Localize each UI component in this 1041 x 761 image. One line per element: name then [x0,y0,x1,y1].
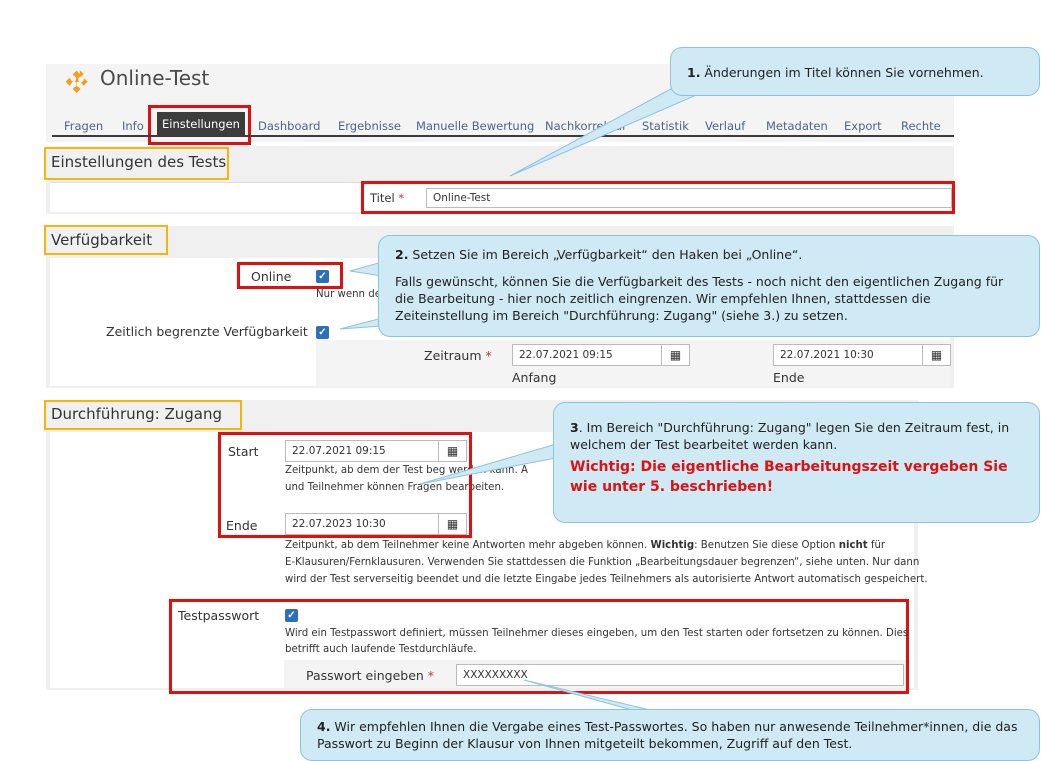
tab-highlight [148,105,251,145]
period-start-input[interactable]: 22.07.2021 09:15 ▦ [512,344,690,366]
period-end-caption: Ende [773,370,805,385]
calendar-icon[interactable]: ▦ [661,345,689,365]
tab-ergebnisse[interactable]: Ergebnisse [338,119,401,133]
password-input[interactable]: XXXXXXXXX [456,664,904,686]
period-start-caption: Anfang [512,370,557,385]
callout-4-number: 4. [317,719,331,734]
tab-nachkorrektur[interactable]: Nachkorrektur [545,119,627,133]
callout-2-number: 2. [395,247,409,262]
tab-rechte[interactable]: Rechte [901,119,941,133]
period-end-value: 22.07.2021 10:30 [780,349,874,361]
period-end-input[interactable]: 22.07.2021 10:30 ▦ [773,344,951,366]
tabs-underline [52,135,954,137]
callout-2-line1-text: Setzen Sie im Bereich „Verfügbarkeit“ de… [408,247,803,262]
end-hint-part: für [867,540,886,551]
section-title-access: Durchführung: Zugang [51,405,222,423]
access-end-hint-3: wird der Test serverseitig beendet und d… [285,574,928,585]
test-password-label: Testpasswort [178,608,260,623]
tab-export[interactable]: Export [844,119,882,133]
password-hint-1: Wird ein Testpasswort definiert, müssen … [285,628,909,639]
calendar-icon[interactable]: ▦ [922,345,950,365]
section-title-settings: Einstellungen des Tests [51,153,227,171]
callout-2-line1: 2. Setzen Sie im Bereich „Verfügbarkeit“… [395,246,1023,263]
access-end-hint-1: Zeitpunkt, ab dem Teilnehmer keine Antwo… [285,537,885,554]
tab-dashboard[interactable]: Dashboard [258,119,320,133]
callout-3: 3. Im Bereich "Durchführung: Zugang" leg… [553,402,1040,523]
access-end-hint-2: E-Klausuren/Fernklausuren. Verwenden Sie… [285,557,920,568]
callout-4-text: Wir empfehlen Ihnen die Vergabe eines Te… [317,719,1018,751]
end-hint-important: Wichtig [650,540,695,551]
callout-1-number: 1. [687,65,701,80]
callout-2-line2: Falls gewünscht, können Sie die Verfügba… [395,274,1004,323]
limited-availability-label: Zeitlich begrenzte Verfügbarkeit [106,324,308,339]
callout-3-line1: 3. Im Bereich "Durchführung: Zugang" leg… [570,419,1023,453]
access-dates-highlight [218,432,472,538]
online-hint: Nur wenn de [316,289,381,300]
callout-4: 4. Wir empfehlen Ihnen die Vergabe eines… [300,709,1040,761]
required-mark: * [398,191,405,205]
section-title-availability: Verfügbarkeit [51,231,153,249]
tab-info[interactable]: Info [122,119,144,133]
tab-verlauf[interactable]: Verlauf [705,119,745,133]
online-highlight [237,262,343,289]
end-hint-not: nicht [838,540,868,551]
limited-availability-checkbox[interactable]: ✓ [316,326,329,339]
test-password-checkbox[interactable]: ✓ [285,609,298,622]
period-start-value: 22.07.2021 09:15 [519,349,613,361]
callout-1-text: Änderungen im Titel können Sie vornehmen… [700,65,984,80]
password-hint-2: betrifft auch laufende Testdurchläufe. [285,644,477,655]
callout-1: 1. Änderungen im Titel können Sie vorneh… [670,47,1040,96]
callout-3-warning: Wichtig: Die eigentliche Bearbeitungszei… [570,459,1008,495]
title-input[interactable]: Online-Test [426,188,952,208]
title-label-text: Titel [370,191,395,205]
tab-fragen[interactable]: Fragen [64,119,103,133]
tab-manuelle-bewertung[interactable]: Manuelle Bewertung [416,119,534,133]
required-mark: * [485,348,492,363]
required-mark: * [427,668,435,683]
callout-2: 2. Setzen Sie im Bereich „Verfügbarkeit“… [378,235,1040,337]
password-input-label-text: Passwort eingeben [306,668,424,683]
puzzle-icon [60,66,88,94]
period-label: Zeitraum * [424,348,492,363]
callout-3-number: 3 [570,420,579,435]
tab-metadaten[interactable]: Metadaten [766,119,828,133]
title-label: Titel * [370,191,404,205]
callout-3-line1-text: . Im Bereich "Durchführung: Zugang" lege… [570,420,1010,452]
password-input-label: Passwort eingeben * [306,668,434,683]
end-hint-part: Zeitpunkt, ab dem Teilnehmer keine Antwo… [285,540,651,551]
tab-statistik[interactable]: Statistik [642,119,689,133]
page-title: Online-Test [100,66,210,90]
period-label-text: Zeitraum [424,348,482,363]
end-hint-part: : Benutzen Sie diese Option [694,540,839,551]
